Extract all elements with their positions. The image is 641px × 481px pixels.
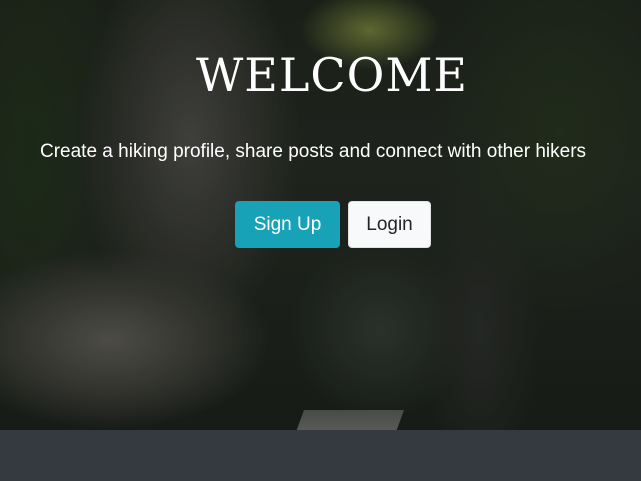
welcome-heading: WELCOME [196,48,468,102]
hero-subtitle: Create a hiking profile, share posts and… [40,141,587,162]
hero-background: WELCOME Create a hiking profile, share p… [0,0,641,430]
footer [0,430,641,481]
login-button[interactable]: Login [348,201,431,248]
signup-button[interactable]: Sign Up [235,201,340,248]
